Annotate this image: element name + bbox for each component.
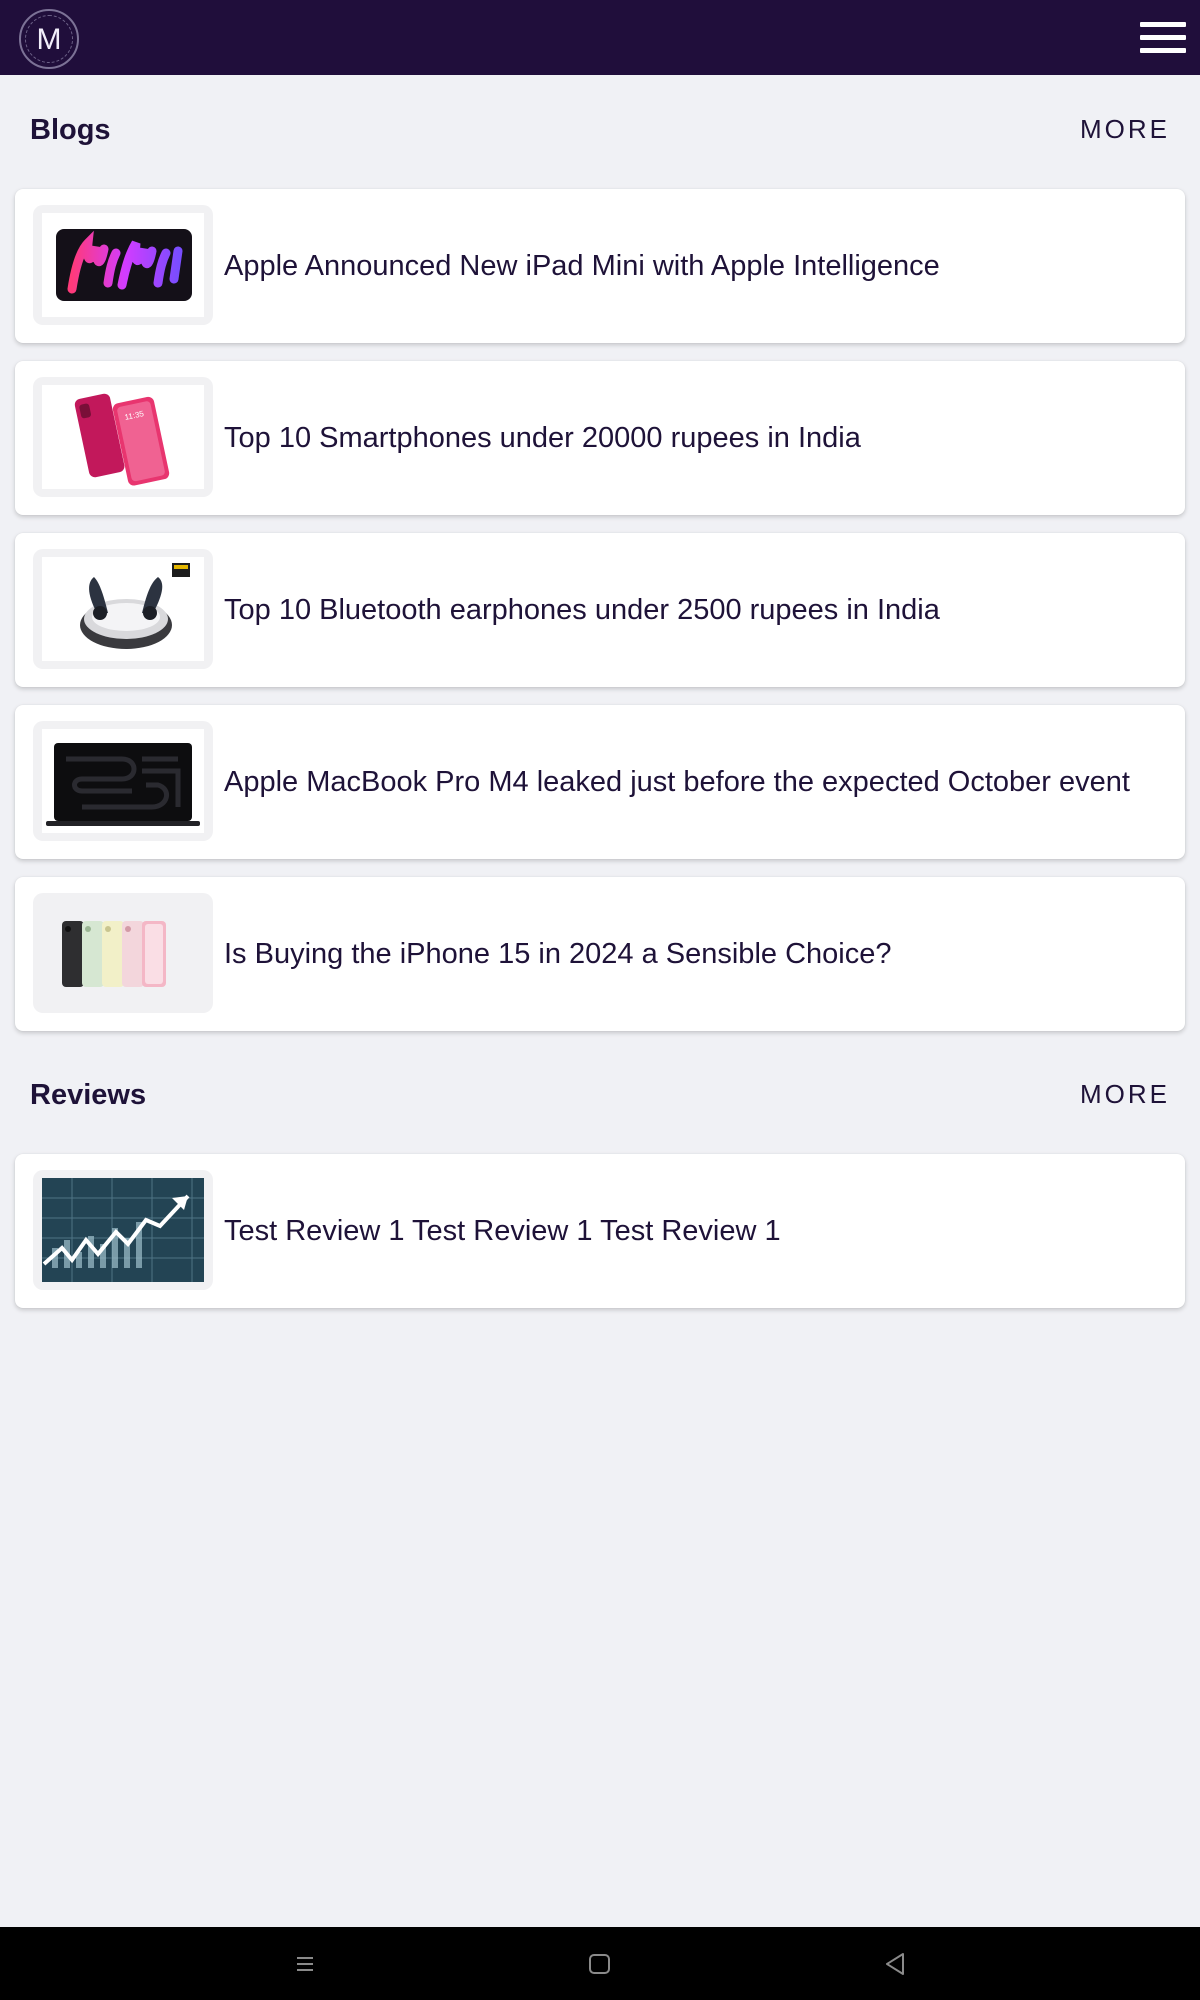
earbuds-icon xyxy=(80,563,190,649)
blog-card[interactable]: Top 10 Bluetooth earphones under 2500 ru… xyxy=(15,533,1185,687)
blog-title: Is Buying the iPhone 15 in 2024 a Sensib… xyxy=(224,938,892,970)
blog-title: Top 10 Bluetooth earphones under 2500 ru… xyxy=(224,594,940,626)
home-icon[interactable] xyxy=(560,1927,640,2000)
stock-chart-icon xyxy=(42,1178,204,1282)
blog-thumbnail xyxy=(33,205,213,325)
m-logo-icon[interactable]: M xyxy=(19,9,79,69)
blog-title: Apple Announced New iPad Mini with Apple… xyxy=(224,250,940,282)
review-thumbnail xyxy=(33,1170,213,1290)
blogs-section-header: Blogs MORE xyxy=(30,110,1170,150)
recents-icon[interactable] xyxy=(265,1927,345,2000)
reviews-section-title: Reviews xyxy=(30,1079,147,1111)
reviews-section-header: Reviews MORE xyxy=(30,1075,1170,1115)
blog-thumbnail: 11:35 xyxy=(33,377,213,497)
blog-title: Top 10 Smartphones under 20000 rupees in… xyxy=(224,422,861,454)
back-icon[interactable] xyxy=(855,1927,935,2000)
reviews-more-link[interactable]: MORE xyxy=(1080,1079,1170,1110)
blog-thumbnail xyxy=(33,721,213,841)
ipad-mini-icon xyxy=(56,229,192,301)
app-header: M xyxy=(0,0,1200,75)
macbook-icon xyxy=(46,743,200,826)
system-nav-bar xyxy=(0,1927,1200,2000)
blog-card[interactable]: 11:35 Top 10 Smartphones under 20000 rup… xyxy=(15,361,1185,515)
review-title: Test Review 1 Test Review 1 Test Review … xyxy=(224,1215,781,1247)
hamburger-menu-icon[interactable] xyxy=(1138,20,1188,56)
blog-thumbnail xyxy=(33,893,213,1013)
blogs-section-title: Blogs xyxy=(30,114,111,146)
blog-card[interactable]: Is Buying the iPhone 15 in 2024 a Sensib… xyxy=(15,877,1185,1031)
smartphone-icon: 11:35 xyxy=(74,393,170,486)
logo-letter: M xyxy=(36,23,62,56)
blogs-more-link[interactable]: MORE xyxy=(1080,114,1170,145)
iphone-lineup-icon xyxy=(62,921,166,987)
blog-title: Apple MacBook Pro M4 leaked just before … xyxy=(224,766,1130,798)
review-card[interactable]: Test Review 1 Test Review 1 Test Review … xyxy=(15,1154,1185,1308)
blog-card[interactable]: Apple Announced New iPad Mini with Apple… xyxy=(15,189,1185,343)
blog-card[interactable]: Apple MacBook Pro M4 leaked just before … xyxy=(15,705,1185,859)
blog-thumbnail xyxy=(33,549,213,669)
